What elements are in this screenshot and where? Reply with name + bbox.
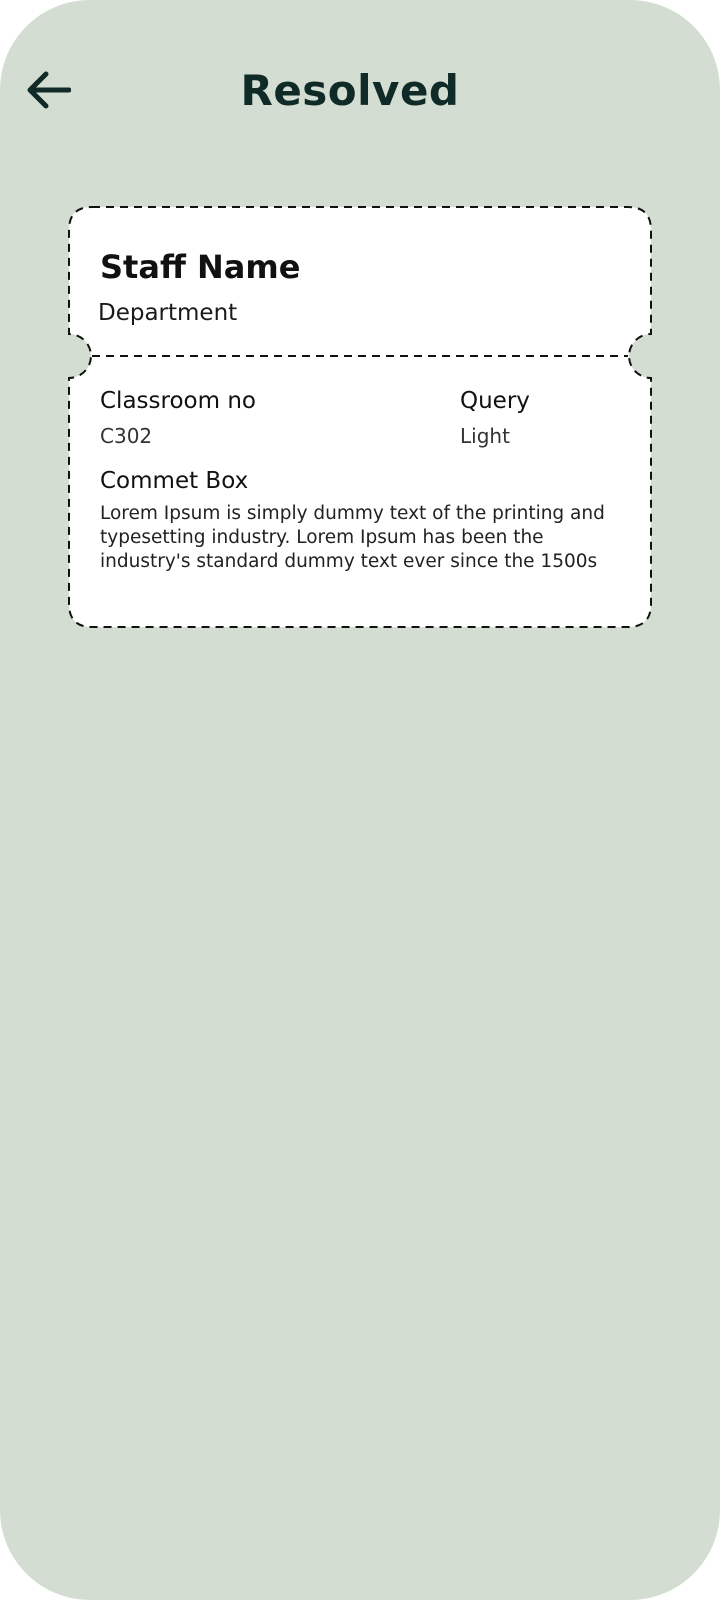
comment-text: Lorem Ipsum is simply dummy text of the … <box>100 503 605 572</box>
department: Department <box>98 300 238 326</box>
classroom-value: C302 <box>100 424 153 448</box>
query-value: Light <box>460 424 510 448</box>
comment-label: Commet Box <box>100 468 249 494</box>
page-title: Resolved <box>240 66 460 115</box>
ticket-card[interactable]: Staff Name Department Classroom no C302 … <box>68 206 652 628</box>
query-label: Query <box>460 388 530 414</box>
staff-name: Staff Name <box>100 248 301 286</box>
classroom-label: Classroom no <box>100 388 256 414</box>
screen: Resolved Staff Name Department Classroom… <box>0 0 720 1600</box>
